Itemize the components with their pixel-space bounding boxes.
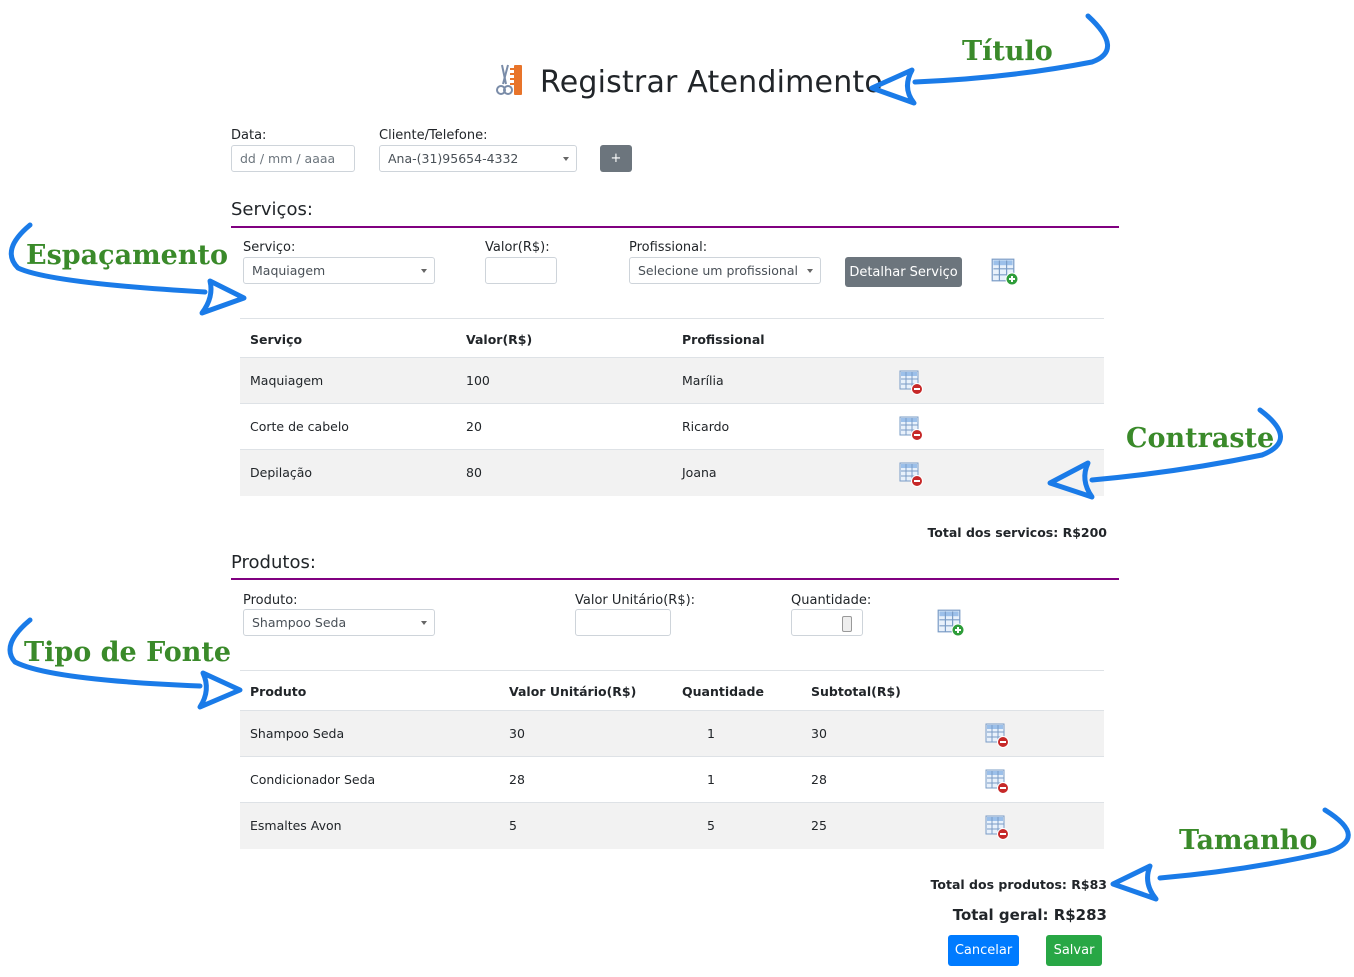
arrowhead-tamanho-icon	[1110, 863, 1159, 902]
arrowhead-contraste-icon	[1047, 460, 1095, 500]
arrow-tamanho-icon	[1157, 807, 1351, 881]
annotation-arrows	[7, 13, 1351, 902]
arrowhead-espacamento-icon	[199, 278, 247, 316]
arrow-contraste-icon	[1089, 407, 1283, 483]
arrow-tipo-fonte-icon	[7, 617, 203, 689]
arrow-espacamento-icon	[8, 222, 208, 295]
arrow-titulo-icon	[912, 13, 1110, 85]
arrowhead-tipo-fonte-icon	[197, 670, 243, 710]
arrowhead-titulo-icon	[869, 67, 917, 106]
